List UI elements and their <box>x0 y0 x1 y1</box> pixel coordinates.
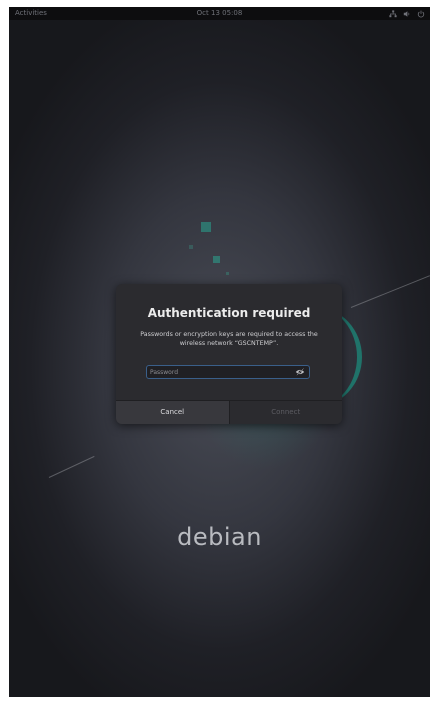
password-field[interactable] <box>146 365 310 379</box>
clock[interactable]: Oct 13 05:08 <box>9 7 430 20</box>
password-input[interactable] <box>150 366 290 378</box>
authentication-dialog: Authentication required Passwords or enc… <box>116 284 342 424</box>
system-tray[interactable] <box>389 7 425 20</box>
wallpaper-line <box>48 455 95 478</box>
wallpaper-square <box>201 222 211 232</box>
power-icon <box>417 10 425 17</box>
wallpaper-square <box>213 256 220 263</box>
connect-button[interactable]: Connect <box>228 401 342 424</box>
dialog-title: Authentication required <box>147 306 311 320</box>
dialog-button-bar: Cancel Connect <box>116 400 342 424</box>
desktop-screen: Activities Oct 13 05:08 debian Authentic… <box>9 7 430 697</box>
volume-icon <box>403 10 410 17</box>
wallpaper-square <box>226 272 229 275</box>
network-icon <box>389 9 397 17</box>
wallpaper-square <box>189 245 193 249</box>
debian-logo: debian <box>177 523 262 551</box>
wallpaper-line <box>350 275 430 308</box>
dialog-message: Passwords or encryption keys are require… <box>140 331 318 347</box>
show-password-icon[interactable] <box>295 368 305 376</box>
cancel-button[interactable]: Cancel <box>116 401 229 424</box>
top-bar: Activities Oct 13 05:08 <box>9 7 430 20</box>
